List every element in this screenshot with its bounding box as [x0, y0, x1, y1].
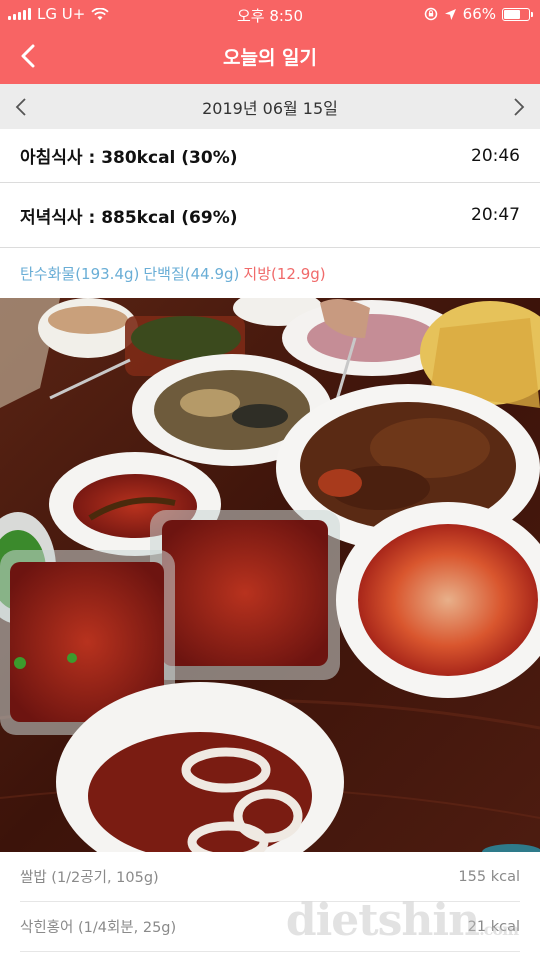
meal-summary: 아침식사 : 380kcal (30%)	[20, 148, 238, 168]
battery-icon	[502, 7, 533, 21]
previous-date-button[interactable]	[8, 94, 34, 120]
battery-fill	[504, 9, 520, 19]
date-navigator: 2019년 06월 15일	[0, 84, 540, 129]
current-date: 2019년 06월 15일	[202, 98, 338, 118]
protein-label: 단백질(44.9g)	[143, 264, 240, 283]
meal-time: 20:46	[471, 145, 520, 166]
meal-row-dinner[interactable]: 저녁식사 : 885kcal (69%) 20:47	[0, 183, 540, 248]
screen: LG U+ 오후 8:50 66% 오늘의 일기 2019년 06월 15일 아…	[0, 0, 540, 960]
food-item[interactable]: 삭힌홍어 (1/4회분, 25g) 21 kcal	[20, 902, 520, 952]
carb-label: 탄수화물(193.4g)	[20, 264, 140, 283]
chevron-right-icon	[514, 98, 525, 116]
meal-photo-image	[0, 298, 540, 852]
page-title: 오늘의 일기	[222, 47, 317, 69]
food-name: 삭힌홍어 (1/4회분, 25g)	[20, 920, 177, 936]
food-item[interactable]: 쌀밥 (1/2공기, 105g) 155 kcal	[20, 852, 520, 902]
location-arrow-icon	[444, 8, 456, 20]
food-kcal: 21 kcal	[467, 918, 520, 935]
next-date-button[interactable]	[506, 94, 532, 120]
fat-label: 지방(12.9g)	[243, 264, 326, 283]
screen-rotation-lock-icon	[424, 7, 437, 21]
battery-percent: 66%	[462, 5, 496, 23]
nutrient-summary: 탄수화물(193.4g) 단백질(44.9g) 지방(12.9g)	[0, 248, 540, 298]
food-list: 쌀밥 (1/2공기, 105g) 155 kcal 삭힌홍어 (1/4회분, 2…	[0, 852, 540, 960]
meal-row-breakfast[interactable]: 아침식사 : 380kcal (30%) 20:46	[0, 129, 540, 183]
chevron-left-icon	[15, 98, 26, 116]
app-header: 오늘의 일기	[0, 28, 540, 84]
meal-summary: 저녁식사 : 885kcal (69%)	[20, 207, 238, 228]
meal-time: 20:47	[471, 205, 520, 225]
food-name: 쌀밥 (1/2공기, 105g)	[20, 870, 159, 886]
meal-photo[interactable]	[0, 298, 540, 852]
food-kcal: 155 kcal	[458, 868, 520, 885]
status-bar: LG U+ 오후 8:50 66%	[0, 0, 540, 28]
status-right: 66%	[424, 5, 533, 23]
